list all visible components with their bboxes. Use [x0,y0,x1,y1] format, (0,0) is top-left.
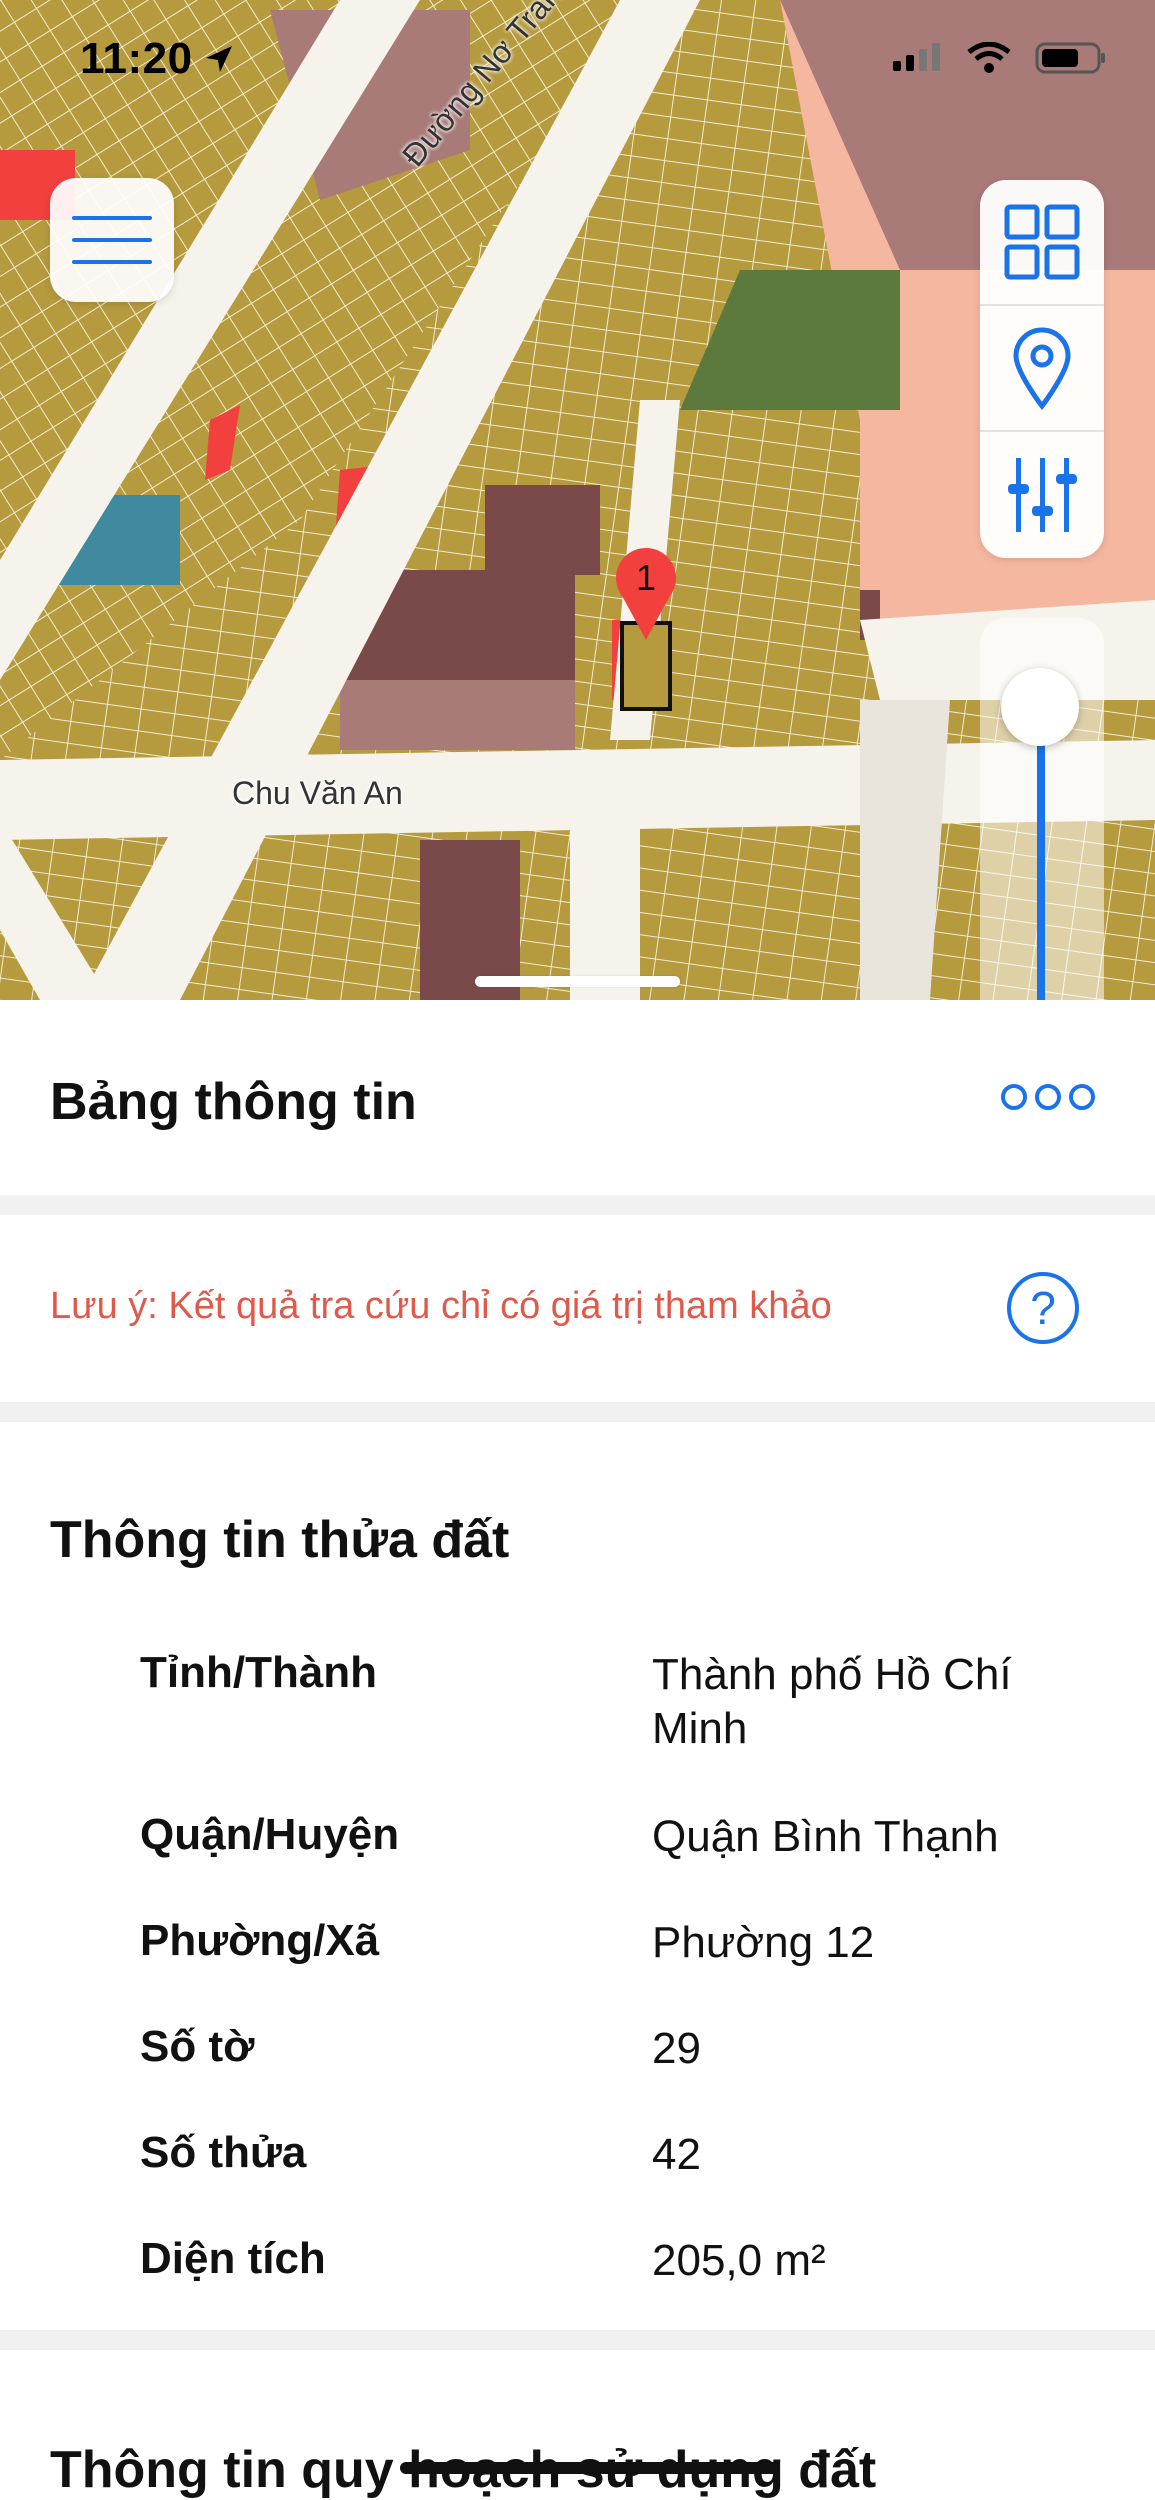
opacity-slider-track[interactable] [1037,705,1045,1000]
more-dot-icon [1001,1084,1027,1110]
row-value: Thành phố Hồ Chí Minh [652,1650,1012,1753]
cellular-signal-icon [893,43,940,71]
row-label: Số thửa [140,2128,307,2177]
street-label-chu-van-an: Chu Văn An [232,775,403,811]
more-options-button[interactable] [1001,1084,1095,1110]
sheet-grabber[interactable] [475,976,680,987]
divider [0,1195,1155,1215]
sliders-icon [1008,458,1077,532]
row-label: Diện tích [140,2234,326,2283]
info-panel: Bảng thông tin Lưu ý: Kết quả tra cứu ch… [0,1000,1155,2500]
row-label: Số tờ [140,2022,255,2071]
row-label: Tỉnh/Thành [140,1648,378,1697]
hamburger-menu-icon [72,216,152,264]
wifi-icon [967,42,1011,73]
more-dot-icon [1069,1084,1095,1110]
grid-layers-icon [1004,204,1080,280]
row-value: 29 [652,2024,701,2073]
divider [0,1402,1155,1422]
location-pin-icon [1013,327,1071,410]
home-indicator [400,2462,780,2474]
opacity-slider-thumb[interactable] [1001,668,1079,746]
row-value: 42 [652,2130,701,2179]
row-label: Phường/Xã [140,1916,380,1965]
more-dot-icon [1035,1084,1061,1110]
marker-number: 1 [636,557,656,598]
battery-icon [1035,42,1105,74]
disclaimer-note: Lưu ý: Kết quả tra cứu chỉ có giá trị th… [50,1285,832,1327]
filter-button[interactable] [980,432,1104,558]
map-tools [980,180,1104,558]
row-label: Quận/Huyện [140,1810,400,1859]
parcel-section-title: Thông tin thửa đất [50,1511,510,1569]
help-button[interactable]: ? [1007,1272,1079,1344]
status-time: 11:20 [80,34,193,83]
row-value: Phường 12 [652,1918,875,1967]
row-value: 205,0 m² [652,2236,826,2285]
map-view[interactable]: 1 Đường Nơ Trang Long Chu Văn An 11:20 [0,0,1155,1000]
layers-button[interactable] [980,180,1104,306]
menu-button[interactable] [50,178,174,302]
location-arrow-icon [206,46,232,72]
row-value: Quận Bình Thạnh [652,1812,999,1861]
location-button[interactable] [980,306,1104,432]
divider [0,2330,1155,2350]
panel-title: Bảng thông tin [50,1073,417,1131]
status-bar: 11:20 [0,0,1155,120]
